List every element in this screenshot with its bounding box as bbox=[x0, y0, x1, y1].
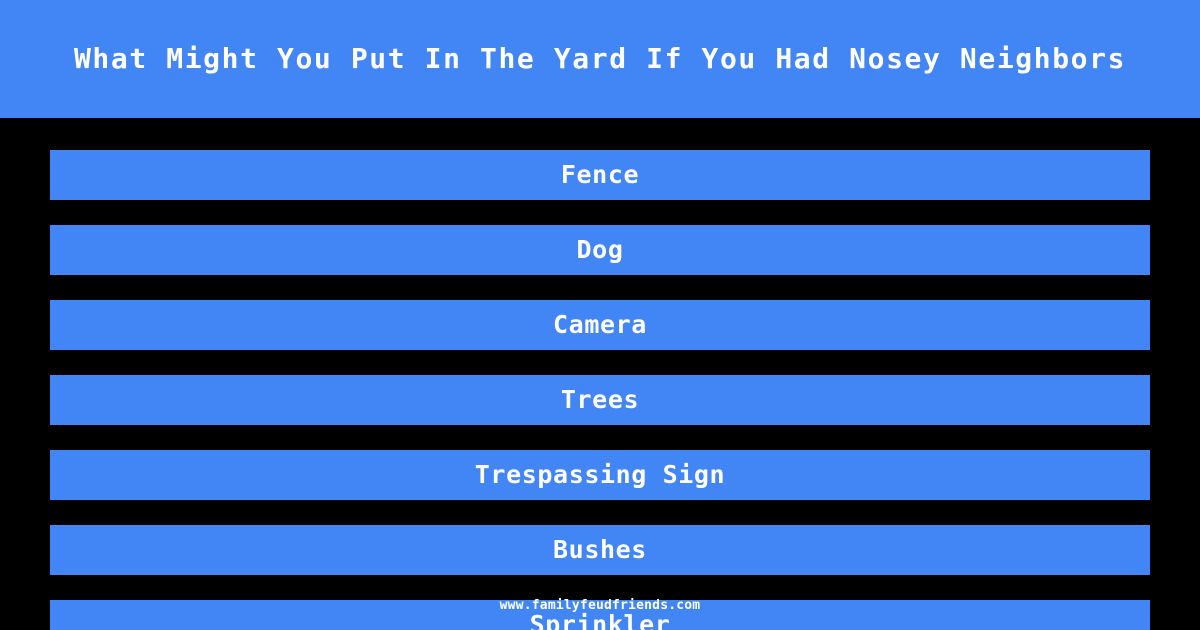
answer-row[interactable]: Trespassing Sign bbox=[50, 450, 1150, 500]
answer-label: Trees bbox=[560, 385, 640, 414]
question-header: What Might You Put In The Yard If You Ha… bbox=[0, 0, 1200, 118]
answer-row[interactable]: Camera bbox=[50, 300, 1150, 350]
answer-label: Camera bbox=[553, 310, 647, 339]
answer-list: Fence Dog Camera Trees Trespassing Sign Bushe… bbox=[0, 118, 1200, 630]
question-card: What Might You Put In The Yard If You Ha… bbox=[0, 0, 1200, 630]
answer-row[interactable]: Dog bbox=[50, 225, 1150, 275]
answer-label: Sprinkler bbox=[529, 610, 671, 630]
answer-label: Dog bbox=[576, 235, 624, 264]
answer-label: Trespassing Sign bbox=[474, 460, 726, 489]
answer-label: Fence bbox=[560, 160, 640, 189]
answer-row[interactable]: Fence bbox=[50, 150, 1150, 200]
answer-row[interactable]: Bushes bbox=[50, 525, 1150, 575]
answer-row[interactable]: Trees bbox=[50, 375, 1150, 425]
answer-label: Bushes bbox=[553, 535, 647, 564]
answer-row[interactable]: Sprinkler bbox=[50, 600, 1150, 630]
page-title: What Might You Put In The Yard If You Ha… bbox=[73, 42, 1127, 75]
